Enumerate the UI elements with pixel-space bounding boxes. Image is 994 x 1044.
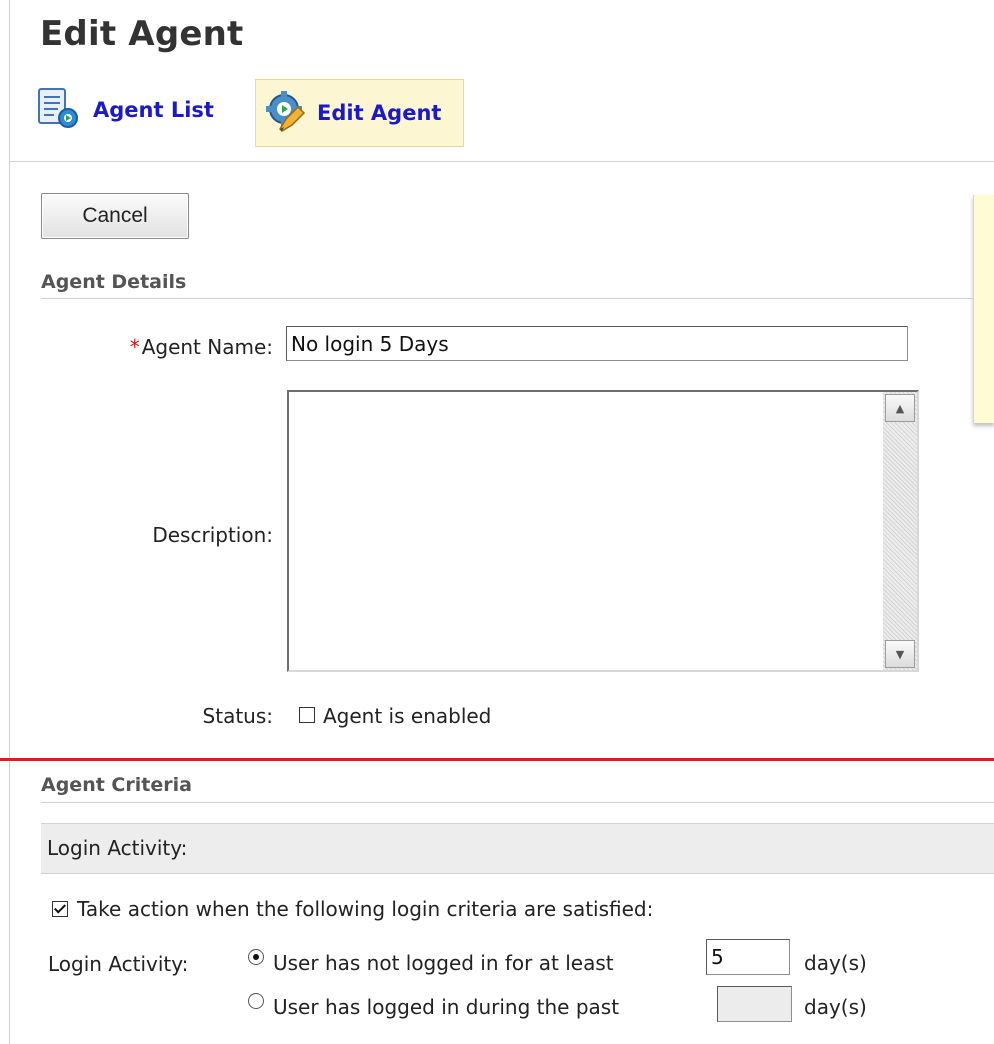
help-tooltip-panel: [973, 195, 994, 423]
agent-name-label-text: Agent Name:: [141, 335, 273, 359]
description-textarea[interactable]: [289, 392, 883, 670]
agent-enabled-label: Agent is enabled: [323, 704, 492, 728]
section-agent-details-heading: Agent Details: [41, 271, 187, 293]
section-agent-criteria-heading: Agent Criteria: [41, 774, 192, 796]
scroll-down-icon[interactable]: ▼: [885, 640, 915, 668]
login-activity-bar: Login Activity:: [41, 823, 994, 874]
nav-agent-list[interactable]: Agent List: [36, 80, 214, 140]
radio-logged-in-past-label: User has logged in during the past: [273, 995, 620, 1019]
agent-name-input[interactable]: [286, 326, 908, 361]
radio-logged-in-past[interactable]: [248, 993, 264, 1009]
section-agent-criteria-rule: [41, 802, 994, 803]
description-scrollbar[interactable]: ▲ ▼: [883, 392, 917, 670]
agent-enabled-checkbox[interactable]: [299, 707, 315, 723]
days-unit-label-1: day(s): [804, 951, 867, 975]
cancel-button[interactable]: Cancel: [41, 193, 189, 239]
header-divider: [10, 161, 994, 162]
description-label: Description:: [152, 523, 273, 547]
description-field[interactable]: ▲ ▼: [287, 390, 919, 672]
left-border: [9, 0, 10, 1044]
nav-edit-agent-label: Edit Agent: [317, 101, 442, 125]
section-agent-details-rule: [41, 298, 973, 299]
take-action-checkbox[interactable]: [52, 901, 68, 917]
days-logged-in-input[interactable]: [717, 986, 792, 1022]
scroll-up-icon[interactable]: ▲: [885, 394, 915, 422]
agent-name-label: * Agent Name:: [60, 335, 273, 359]
required-marker: *: [129, 335, 140, 359]
take-action-label: Take action when the following login cri…: [77, 897, 654, 921]
days-not-logged-in-input[interactable]: [706, 939, 790, 975]
login-activity-bar-label: Login Activity:: [47, 836, 188, 860]
list-settings-icon: [36, 86, 84, 135]
radio-not-logged-in-label: User has not logged in for at least: [273, 951, 614, 975]
nav-edit-agent[interactable]: Edit Agent: [255, 79, 464, 147]
annotation-red-line: [0, 758, 994, 761]
login-activity-label: Login Activity:: [48, 952, 189, 976]
days-unit-label-2: day(s): [804, 995, 867, 1019]
radio-not-logged-in[interactable]: [248, 949, 264, 965]
gear-pencil-icon: [264, 89, 308, 138]
nav-agent-list-label: Agent List: [93, 98, 214, 122]
status-label: Status:: [202, 704, 273, 728]
page-title: Edit Agent: [40, 14, 244, 54]
